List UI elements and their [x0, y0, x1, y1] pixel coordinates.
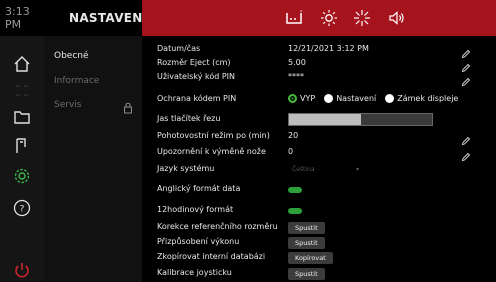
label-standby: Pohotovostní režim po (min) — [157, 131, 270, 140]
radio-nastaveni[interactable]: Nastavení — [324, 94, 376, 103]
row-clock12: 12hodinový formát — [142, 205, 496, 221]
value-pin: **** — [288, 72, 304, 81]
row-eng-date: Anglický formát data — [142, 184, 496, 200]
menu-item-general[interactable]: Obecné — [54, 51, 89, 61]
edit-pencil-icon[interactable] — [461, 72, 471, 87]
power-icon[interactable] — [12, 260, 32, 280]
svg-text:°: ° — [300, 10, 303, 16]
row-joystick: Kalibrace joysticku Spustit — [142, 268, 496, 282]
radio-vyp[interactable]: VYP — [288, 94, 315, 103]
value-eject: 5.00 — [288, 58, 306, 67]
row-blade-warning: Upozornění k výměně nože 0 — [142, 147, 496, 163]
performance-button[interactable]: Spustit — [288, 237, 325, 249]
home-icon[interactable] — [12, 54, 32, 74]
sound-icon[interactable] — [386, 8, 406, 28]
language-select[interactable]: Čeština ▾ — [288, 164, 363, 176]
label-pin-protect: Ochrana kódem PIN — [157, 94, 237, 103]
folder-icon[interactable] — [12, 107, 32, 127]
printer-status-icon[interactable]: ° — [284, 8, 304, 28]
row-db-copy: Zkopírovat interní databázi Kopírovat — [142, 252, 496, 268]
row-ref-correction: Korekce referenčního rozměru Spustit — [142, 222, 496, 238]
lamp-icon[interactable] — [352, 8, 372, 28]
radio-dot — [324, 94, 334, 103]
cutter-icon[interactable] — [12, 136, 32, 156]
joystick-button[interactable]: Spustit — [288, 268, 325, 280]
value-datetime: 12/21/2021 3:12 PM — [288, 44, 369, 53]
label-ref-correction: Korekce referenčního rozměru — [157, 222, 278, 231]
clock: 3:13 PM — [5, 5, 30, 31]
row-pin: Uživatelský kód PIN **** — [142, 72, 496, 88]
grid-icon[interactable] — [12, 81, 32, 101]
value-blade-warning: 0 — [288, 147, 294, 156]
label-eng-date: Anglický formát data — [157, 184, 241, 193]
settings-content: Datum/čas 12/21/2021 3:12 PM Rozměr Ejec… — [142, 36, 496, 282]
slider-fill — [289, 114, 361, 125]
page-title: NASTAVENÍ — [69, 11, 148, 25]
label-language: Jazyk systému — [157, 164, 215, 173]
radio-dot — [385, 94, 395, 103]
settings-icon[interactable] — [12, 166, 32, 186]
row-standby: Pohotovostní režim po (min) 20 — [142, 131, 496, 147]
brightness-slider[interactable] — [288, 113, 433, 126]
lock-icon — [122, 99, 134, 114]
edit-pencil-icon[interactable] — [461, 131, 471, 146]
radio-zamek[interactable]: Zámek displeje — [385, 94, 458, 103]
radio-selected-dot — [288, 94, 297, 103]
label-performance: Přizpůsobení výkonu — [157, 237, 240, 246]
ref-correction-button[interactable]: Spustit — [288, 222, 325, 234]
label-eject: Rozměr Eject (cm) — [157, 58, 231, 67]
edit-pencil-icon[interactable] — [461, 147, 471, 162]
row-language: Jazyk systému Čeština ▾ — [142, 164, 496, 180]
menu-item-info[interactable]: Informace — [54, 76, 99, 86]
label-datetime: Datum/čas — [157, 44, 201, 53]
row-pin-protect: Ochrana kódem PIN VYP Nastavení Zámek di… — [142, 94, 496, 110]
edit-pencil-icon[interactable] — [461, 44, 471, 59]
settings-menu: Obecné Informace Servis — [44, 36, 142, 282]
value-standby: 20 — [288, 131, 299, 140]
edit-pencil-icon[interactable] — [461, 58, 471, 73]
label-pin: Uživatelský kód PIN — [157, 72, 236, 81]
header-toolbar: ° — [142, 0, 496, 36]
toggle-clock12[interactable] — [288, 208, 302, 214]
sidebar: ? — [0, 36, 44, 282]
label-joystick: Kalibrace joysticku — [157, 268, 232, 277]
chevron-down-icon: ▾ — [355, 166, 359, 173]
toggle-eng-date[interactable] — [288, 187, 302, 193]
menu-item-service[interactable]: Servis — [54, 100, 81, 110]
label-db-copy: Zkopírovat interní databázi — [157, 252, 266, 261]
label-brightness: Jas tlačítek řezu — [157, 114, 221, 123]
db-copy-button[interactable]: Kopírovat — [288, 252, 333, 264]
pin-protect-radio-group: VYP Nastavení Zámek displeje — [288, 94, 467, 103]
label-clock12: 12hodinový formát — [157, 205, 234, 214]
help-icon[interactable]: ? — [12, 198, 32, 218]
brightness-icon[interactable] — [319, 8, 339, 28]
row-brightness: Jas tlačítek řezu — [142, 112, 496, 128]
row-performance: Přizpůsobení výkonu Spustit — [142, 237, 496, 253]
svg-text:?: ? — [20, 205, 25, 215]
label-blade-warning: Upozornění k výměně nože — [157, 147, 266, 156]
